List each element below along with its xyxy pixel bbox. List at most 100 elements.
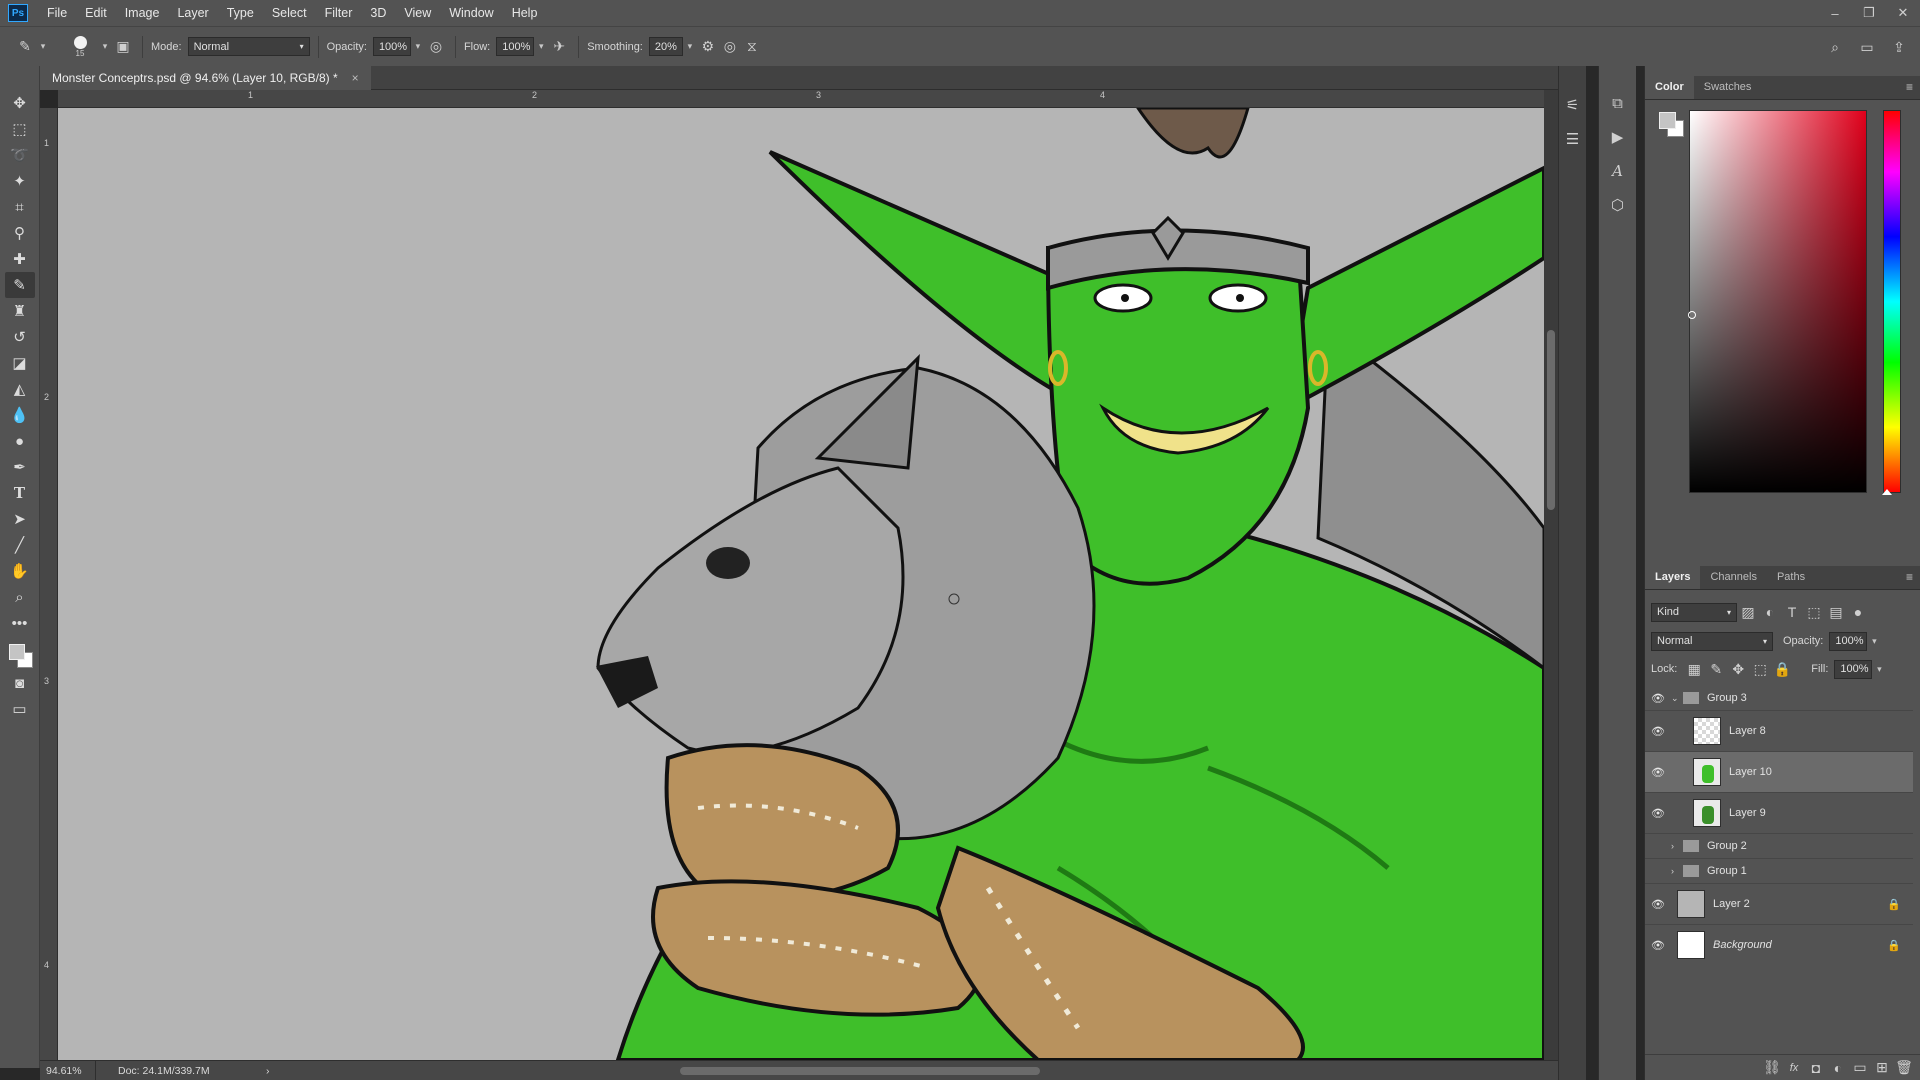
search-icon[interactable]: ⌕ (1824, 36, 1846, 58)
menu-filter[interactable]: Filter (316, 6, 362, 20)
zoom-tool-icon[interactable]: ⌕ (5, 584, 35, 610)
smoothing-dropdown-icon[interactable]: ▾ (683, 37, 697, 56)
history-brush-tool-icon[interactable]: ↺ (5, 324, 35, 350)
line-tool-icon[interactable]: ╱ (5, 532, 35, 558)
visibility-eye-icon[interactable]: 👁 (1645, 807, 1671, 820)
pen-tool-icon[interactable]: ✒ (5, 454, 35, 480)
filter-type-icon[interactable]: T (1781, 601, 1803, 623)
menu-layer[interactable]: Layer (168, 6, 217, 20)
layer-row-layer-9[interactable]: 👁 Layer 9 (1645, 793, 1913, 833)
new-adjustment-layer-icon[interactable]: ◐ (1827, 1057, 1849, 1079)
expand-caret-icon[interactable]: › (1671, 866, 1683, 876)
adjustments-panel-icon[interactable]: ☰ (1560, 122, 1586, 156)
share-icon[interactable]: ⇪ (1888, 36, 1910, 58)
menu-window[interactable]: Window (440, 6, 502, 20)
visibility-eye-icon[interactable]: 👁 (1645, 939, 1671, 952)
menu-help[interactable]: Help (503, 6, 547, 20)
tool-preset-dropdown-icon[interactable]: ▾ (36, 37, 50, 56)
status-menu-arrow-icon[interactable]: › (266, 1065, 270, 1077)
layer-row-group-2[interactable]: › Group 2 (1645, 834, 1913, 858)
clone-stamp-tool-icon[interactable]: ♜ (5, 298, 35, 324)
filter-adjustment-icon[interactable]: ◐ (1759, 601, 1781, 623)
smoothing-settings-gear-icon[interactable]: ⚙ (697, 36, 719, 58)
filter-shape-icon[interactable]: ⬚ (1803, 601, 1825, 623)
layer-row-group-1[interactable]: › Group 1 (1645, 859, 1913, 883)
restore-button[interactable]: ❐ (1852, 0, 1886, 26)
lock-position-icon[interactable]: ✥ (1727, 658, 1749, 680)
layer-style-fx-icon[interactable]: fx (1783, 1057, 1805, 1079)
tab-color[interactable]: Color (1645, 75, 1694, 99)
layer-kind-filter[interactable]: Kind ▾ (1651, 602, 1737, 622)
visibility-eye-icon[interactable]: 👁 (1645, 766, 1671, 779)
filter-toggle-icon[interactable]: ● (1847, 601, 1869, 623)
type-tool-icon[interactable]: T (5, 480, 35, 506)
blur-tool-icon[interactable]: 💧 (5, 402, 35, 428)
hue-slider-handle[interactable] (1882, 489, 1892, 495)
close-button[interactable]: ✕ (1886, 0, 1920, 26)
magic-wand-tool-icon[interactable]: ✦ (5, 168, 35, 194)
visibility-eye-icon[interactable]: 👁 (1645, 898, 1671, 911)
visibility-eye-icon[interactable]: 👁 (1645, 725, 1671, 738)
color-panel-swatches[interactable] (1659, 112, 1685, 138)
close-document-icon[interactable]: × (352, 71, 359, 85)
menu-3d[interactable]: 3D (361, 6, 395, 20)
layer-row-layer-8[interactable]: 👁 Layer 8 (1645, 711, 1913, 751)
pressure-size-icon[interactable]: ◎ (719, 36, 741, 58)
zoom-level-field[interactable]: 94.61% (40, 1060, 96, 1080)
paint-bucket-tool-icon[interactable]: ◭ (5, 376, 35, 402)
filter-pixel-icon[interactable]: ▨ (1737, 601, 1759, 623)
brush-preset-picker[interactable]: 15 (62, 35, 98, 58)
menu-select[interactable]: Select (263, 6, 316, 20)
menu-edit[interactable]: Edit (76, 6, 116, 20)
pressure-opacity-icon[interactable]: ◎ (425, 36, 447, 58)
new-layer-icon[interactable]: ⊞ (1871, 1057, 1893, 1079)
mode-select[interactable]: Normal ▾ (187, 37, 310, 56)
minimize-button[interactable]: – (1818, 0, 1852, 26)
flow-input[interactable]: 100% (496, 37, 535, 56)
layer-row-group-3[interactable]: 👁 ⌄ Group 3 (1645, 686, 1913, 710)
link-layers-icon[interactable]: ⛓ (1761, 1057, 1783, 1079)
expand-caret-icon[interactable]: › (1671, 841, 1683, 851)
menu-image[interactable]: Image (116, 6, 169, 20)
layer-row-layer-2[interactable]: 👁 Layer 2 🔒 (1645, 884, 1913, 924)
smoothing-input[interactable]: 20% (648, 37, 683, 56)
tab-swatches[interactable]: Swatches (1694, 75, 1762, 99)
vertical-scrollbar[interactable] (1544, 90, 1558, 1060)
delete-layer-trash-icon[interactable]: 🗑 (1893, 1057, 1915, 1079)
vertical-scroll-thumb[interactable] (1547, 330, 1555, 510)
tab-channels[interactable]: Channels (1700, 565, 1766, 589)
layer-opacity-dropdown-icon[interactable]: ▾ (1867, 632, 1881, 651)
tab-layers[interactable]: Layers (1645, 565, 1701, 589)
lock-artboard-icon[interactable]: ⬚ (1749, 658, 1771, 680)
dodge-tool-icon[interactable]: ● (5, 428, 35, 454)
tab-paths[interactable]: Paths (1767, 565, 1815, 589)
color-swatches[interactable] (5, 640, 35, 670)
layer-row-layer-10[interactable]: 👁 Layer 10 (1645, 752, 1913, 792)
lock-transparency-icon[interactable]: ▦ (1683, 658, 1705, 680)
healing-brush-tool-icon[interactable]: ✚ (5, 246, 35, 272)
panel-menu-icon[interactable]: ≡ (1906, 570, 1913, 584)
screen-mode-icon[interactable]: ▭ (5, 696, 35, 722)
fill-input[interactable]: 100% (1834, 659, 1873, 679)
document-canvas[interactable] (58, 108, 1544, 1060)
marquee-tool-icon[interactable]: ⬚ (5, 116, 35, 142)
menu-view[interactable]: View (395, 6, 440, 20)
symmetry-butterfly-icon[interactable]: ⧖ (741, 36, 763, 58)
quick-mask-icon[interactable]: ◙ (5, 670, 35, 696)
move-tool-icon[interactable]: ✥ (5, 90, 35, 116)
new-group-folder-icon[interactable]: ▭ (1849, 1057, 1871, 1079)
eyedropper-tool-icon[interactable]: ⚲ (5, 220, 35, 246)
lock-pixels-icon[interactable]: ✎ (1705, 658, 1727, 680)
color-panel-foreground-swatch[interactable] (1659, 112, 1676, 129)
layer-opacity-input[interactable]: 100% (1829, 631, 1868, 651)
brush-tool-icon[interactable]: ✎ (4, 272, 35, 298)
expand-caret-icon[interactable]: ⌄ (1671, 693, 1683, 704)
flow-dropdown-icon[interactable]: ▾ (534, 37, 548, 56)
lock-all-icon[interactable]: 🔒 (1771, 658, 1793, 680)
menu-type[interactable]: Type (218, 6, 263, 20)
airbrush-icon[interactable]: ✈ (548, 36, 570, 58)
path-selection-tool-icon[interactable]: ➤ (5, 506, 35, 532)
more-tools-icon[interactable]: ••• (5, 610, 35, 636)
hue-slider[interactable] (1882, 110, 1901, 495)
3d-panel-cube-icon[interactable]: ⬡ (1605, 188, 1631, 222)
